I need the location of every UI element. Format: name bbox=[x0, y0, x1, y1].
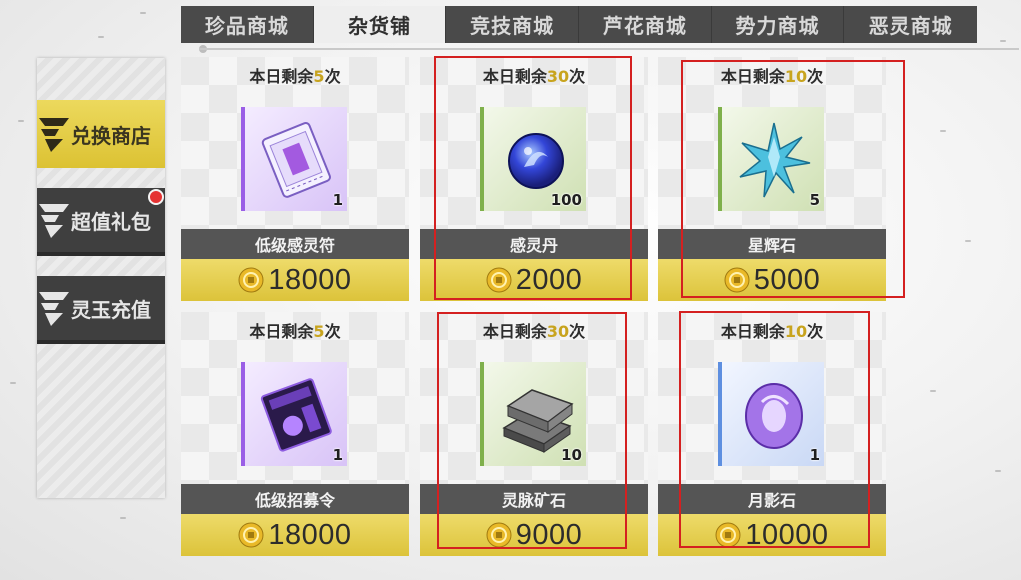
daily-remaining: 本日剩余10次 bbox=[720, 322, 824, 341]
side-menu: 兑换商店 超值礼包 灵玉充值 bbox=[37, 58, 165, 498]
item-name: 灵脉矿石 bbox=[420, 484, 648, 514]
divider bbox=[199, 48, 1019, 50]
item-name: 感灵丹 bbox=[420, 229, 648, 259]
item-price: 5000 bbox=[753, 263, 821, 296]
price-button[interactable]: 2000 bbox=[420, 259, 648, 301]
item-price: 18000 bbox=[268, 518, 352, 551]
side-item-label: 灵玉充值 bbox=[71, 297, 151, 322]
tab-treasure-shop[interactable]: 珍品商城 bbox=[181, 6, 314, 43]
shop-item-card[interactable]: 本日剩余10次 5 星辉石 5000 bbox=[658, 57, 886, 301]
daily-remaining: 本日剩余5次 bbox=[249, 67, 341, 86]
coin-icon bbox=[238, 267, 264, 293]
item-icon-frame: 1 bbox=[241, 107, 347, 211]
item-icon-frame: 10 bbox=[480, 362, 586, 466]
side-item-label: 兑换商店 bbox=[71, 123, 151, 148]
tab-luhua-shop[interactable]: 芦花商城 bbox=[579, 6, 712, 43]
item-price: 2000 bbox=[515, 263, 583, 296]
tab-evil-spirit-shop[interactable]: 恶灵商城 bbox=[844, 6, 977, 43]
shop-item-card[interactable]: 本日剩余5次 1 低级感灵符 18000 bbox=[181, 57, 409, 301]
game-logo-icon bbox=[39, 204, 69, 238]
tab-arena-shop[interactable]: 竞技商城 bbox=[446, 6, 580, 43]
shop-tab-bar: 珍品商城 杂货铺 竞技商城 芦花商城 势力商城 恶灵商城 bbox=[181, 6, 977, 43]
item-name: 低级感灵符 bbox=[181, 229, 409, 259]
game-logo-icon bbox=[39, 292, 69, 326]
item-icon-frame: 100 bbox=[480, 107, 586, 211]
item-name: 低级招募令 bbox=[181, 484, 409, 514]
item-quantity: 5 bbox=[809, 191, 820, 209]
item-icon-frame: 1 bbox=[718, 362, 824, 466]
item-price: 18000 bbox=[268, 263, 352, 296]
daily-remaining: 本日剩余5次 bbox=[249, 322, 341, 341]
item-price: 10000 bbox=[745, 518, 829, 551]
daily-remaining: 本日剩余30次 bbox=[482, 67, 586, 86]
coin-icon bbox=[715, 522, 741, 548]
item-name: 月影石 bbox=[658, 484, 886, 514]
price-button[interactable]: 9000 bbox=[420, 514, 648, 556]
coin-icon bbox=[486, 267, 512, 293]
price-button[interactable]: 5000 bbox=[658, 259, 886, 301]
side-item-value-pack[interactable]: 超值礼包 bbox=[37, 188, 165, 256]
shop-item-card[interactable]: 本日剩余30次 10 灵脉矿石 9000 bbox=[420, 312, 648, 556]
coin-icon bbox=[724, 267, 750, 293]
price-button[interactable]: 18000 bbox=[181, 514, 409, 556]
item-quantity: 100 bbox=[550, 191, 582, 209]
daily-remaining: 本日剩余30次 bbox=[482, 322, 586, 341]
shop-item-card[interactable]: 本日剩余10次 1 月影石 10000 bbox=[658, 312, 886, 556]
item-price: 9000 bbox=[515, 518, 583, 551]
daily-remaining: 本日剩余10次 bbox=[720, 67, 824, 86]
item-quantity: 10 bbox=[561, 446, 582, 464]
price-button[interactable]: 10000 bbox=[658, 514, 886, 556]
shop-item-card[interactable]: 本日剩余5次 1 低级招募令 18000 bbox=[181, 312, 409, 556]
price-button[interactable]: 18000 bbox=[181, 259, 409, 301]
item-quantity: 1 bbox=[809, 446, 820, 464]
notification-dot bbox=[148, 189, 164, 205]
side-item-label: 超值礼包 bbox=[71, 209, 151, 234]
shop-item-card[interactable]: 本日剩余30次 100 感灵丹 2000 bbox=[420, 57, 648, 301]
tab-faction-shop[interactable]: 势力商城 bbox=[712, 6, 845, 43]
item-icon-frame: 5 bbox=[718, 107, 824, 211]
coin-icon bbox=[238, 522, 264, 548]
item-quantity: 1 bbox=[332, 191, 343, 209]
side-item-exchange-shop[interactable]: 兑换商店 bbox=[37, 100, 165, 168]
coin-icon bbox=[486, 522, 512, 548]
game-logo-icon bbox=[39, 118, 69, 152]
item-name: 星辉石 bbox=[658, 229, 886, 259]
tab-grocery-shop[interactable]: 杂货铺 bbox=[313, 6, 447, 43]
side-item-jade-recharge[interactable]: 灵玉充值 bbox=[37, 276, 165, 344]
item-icon-frame: 1 bbox=[241, 362, 347, 466]
item-quantity: 1 bbox=[332, 446, 343, 464]
